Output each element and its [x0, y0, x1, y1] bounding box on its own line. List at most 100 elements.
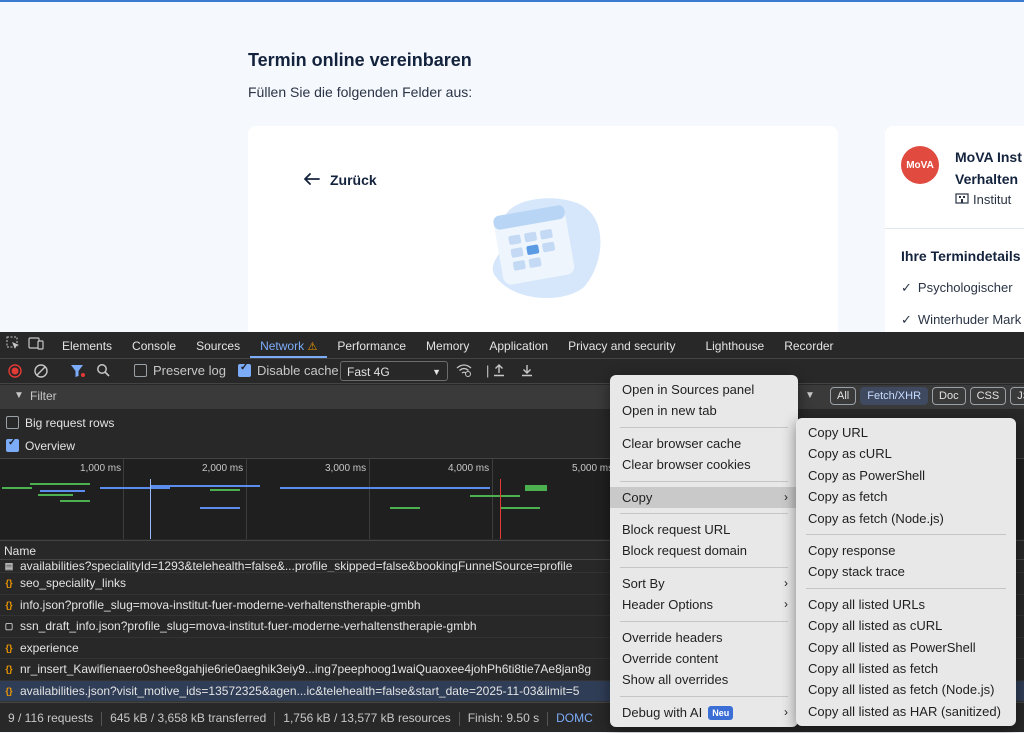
timeline-bar [210, 489, 240, 491]
menu-copy-as-curl[interactable]: Copy as cURL [796, 443, 1016, 464]
tab-console[interactable]: Console [122, 332, 186, 358]
request-name: availabilities?specialityId=1293&telehea… [20, 560, 573, 573]
record-stop-icon[interactable] [8, 364, 22, 381]
tab-network[interactable]: Network ⚠ [250, 332, 328, 358]
timeline-bar [280, 487, 430, 489]
filter-icon: ▼ [14, 390, 24, 401]
menu-open-in-new-tab[interactable]: Open in new tab [610, 400, 798, 421]
chevron-right-icon: › [784, 597, 788, 612]
preserve-log-checkbox[interactable]: Preserve log [134, 363, 226, 378]
menu-copy-as-fetch-node[interactable]: Copy as fetch (Node.js) [796, 508, 1016, 529]
request-name: info.json?profile_slug=mova-institut-fue… [20, 597, 421, 612]
menu-copy-response[interactable]: Copy response [796, 540, 1016, 561]
tab-sources[interactable]: Sources [186, 332, 250, 358]
inspect-element-icon[interactable] [0, 332, 26, 358]
menu-separator [620, 426, 788, 428]
timeline-bar [470, 495, 520, 497]
request-name: ssn_draft_info.json?profile_slug=mova-in… [20, 619, 477, 634]
menu-debug-with-ai[interactable]: Debug with AI Neu › [610, 702, 798, 723]
chevron-right-icon: › [784, 575, 788, 590]
chevron-down-icon[interactable]: ▼ [805, 390, 815, 401]
menu-copy-all-curl[interactable]: Copy all listed as cURL [796, 615, 1016, 636]
filter-funnel-icon[interactable] [70, 364, 86, 381]
tab-network-label: Network [260, 339, 305, 353]
script-icon: {} [5, 578, 13, 589]
menu-copy-all-urls[interactable]: Copy all listed URLs [796, 594, 1016, 615]
menu-override-headers[interactable]: Override headers [610, 627, 798, 648]
disable-cache-checkbox[interactable]: Disable cache [238, 362, 339, 378]
throttling-select[interactable]: Fast 4G ▼ [340, 361, 448, 381]
practice-name-line2: Verhalten [955, 171, 1019, 187]
menu-sort-by-label: Sort By [622, 575, 665, 591]
practice-logo: MoVA [901, 146, 939, 184]
timeline-bar [40, 490, 85, 492]
script-icon: {} [5, 642, 13, 653]
chip-doc[interactable]: Doc [932, 387, 966, 405]
chip-fetch-xhr[interactable]: Fetch/XHR [860, 387, 929, 405]
grid-line [246, 459, 247, 539]
menu-clear-cache[interactable]: Clear browser cache [610, 433, 798, 454]
practice-type-label: Institut [973, 192, 1012, 207]
chip-css[interactable]: CSS [969, 387, 1007, 405]
timeline-bar [38, 494, 73, 496]
overview-checkbox[interactable]: Overview [6, 437, 75, 453]
chip-js[interactable]: JS [1010, 387, 1024, 405]
menu-copy-all-powershell[interactable]: Copy all listed as PowerShell [796, 637, 1016, 658]
menu-copy-all-har[interactable]: Copy all listed as HAR (sanitized) [796, 701, 1016, 722]
menu-copy-stack-trace[interactable]: Copy stack trace [796, 561, 1016, 582]
detail-label: Psychologischer [917, 280, 1013, 295]
grid-line [123, 459, 124, 539]
menu-separator [620, 566, 788, 568]
menu-copy-url[interactable]: Copy URL [796, 422, 1016, 443]
tick-label: 4,000 ms [448, 463, 490, 474]
menu-copy-all-fetch[interactable]: Copy all listed as fetch [796, 658, 1016, 679]
tab-application[interactable]: Application [479, 332, 558, 358]
menu-header-options[interactable]: Header Options › [610, 594, 798, 615]
menu-copy-all-fetch-node[interactable]: Copy all listed as fetch (Node.js) [796, 679, 1016, 700]
back-button[interactable]: Zurück [304, 172, 377, 188]
menu-open-in-sources[interactable]: Open in Sources panel [610, 379, 798, 400]
network-conditions-icon[interactable] [456, 363, 472, 380]
menu-separator [620, 512, 788, 514]
checkbox-box [6, 416, 19, 429]
document-icon: ▤ [4, 561, 14, 571]
tab-memory[interactable]: Memory [416, 332, 479, 358]
menu-copy[interactable]: Copy › [610, 486, 798, 508]
timeline-bar [60, 500, 90, 502]
menu-copy-as-powershell[interactable]: Copy as PowerShell [796, 465, 1016, 486]
warning-icon: ⚠ [307, 341, 318, 353]
device-toolbar-icon[interactable] [26, 332, 52, 358]
menu-sort-by[interactable]: Sort By › [610, 573, 798, 594]
big-rows-checkbox[interactable]: Big request rows [6, 416, 114, 430]
download-icon[interactable] [520, 363, 534, 380]
timeline-marker [150, 479, 151, 539]
divider [458, 711, 460, 726]
form-card: Zurück [248, 126, 838, 356]
tick-label: 5,000 ms [572, 463, 614, 474]
search-icon[interactable] [96, 363, 110, 380]
tab-privacy-security[interactable]: Privacy and security [558, 332, 685, 358]
menu-block-domain[interactable]: Block request domain [610, 540, 798, 561]
tab-elements[interactable]: Elements [52, 332, 122, 358]
practice-name-line1: MoVA Inst [955, 149, 1022, 165]
filter-input[interactable]: Filter [30, 389, 57, 403]
building-icon [955, 192, 969, 207]
sidebar-divider [885, 228, 1024, 229]
page-title: Termin online vereinbaren [248, 50, 472, 70]
menu-block-url[interactable]: Block request URL [610, 519, 798, 540]
menu-show-all-overrides[interactable]: Show all overrides [610, 669, 798, 690]
tab-recorder[interactable]: Recorder [774, 332, 843, 358]
tab-performance[interactable]: Performance [327, 332, 416, 358]
timeline-bar [30, 483, 90, 485]
status-resources: 1,756 kB / 13,577 kB resources [283, 711, 451, 725]
tab-lighthouse[interactable]: Lighthouse [685, 332, 774, 358]
menu-override-content[interactable]: Override content [610, 648, 798, 669]
menu-clear-cookies[interactable]: Clear browser cookies [610, 454, 798, 475]
checkbox-box [6, 437, 19, 452]
divider [101, 711, 103, 726]
document-icon: ▢ [4, 621, 14, 632]
menu-copy-as-fetch[interactable]: Copy as fetch [796, 486, 1016, 507]
upload-icon[interactable] [492, 363, 506, 380]
chip-all[interactable]: All [830, 387, 857, 405]
clear-icon[interactable] [34, 364, 48, 381]
